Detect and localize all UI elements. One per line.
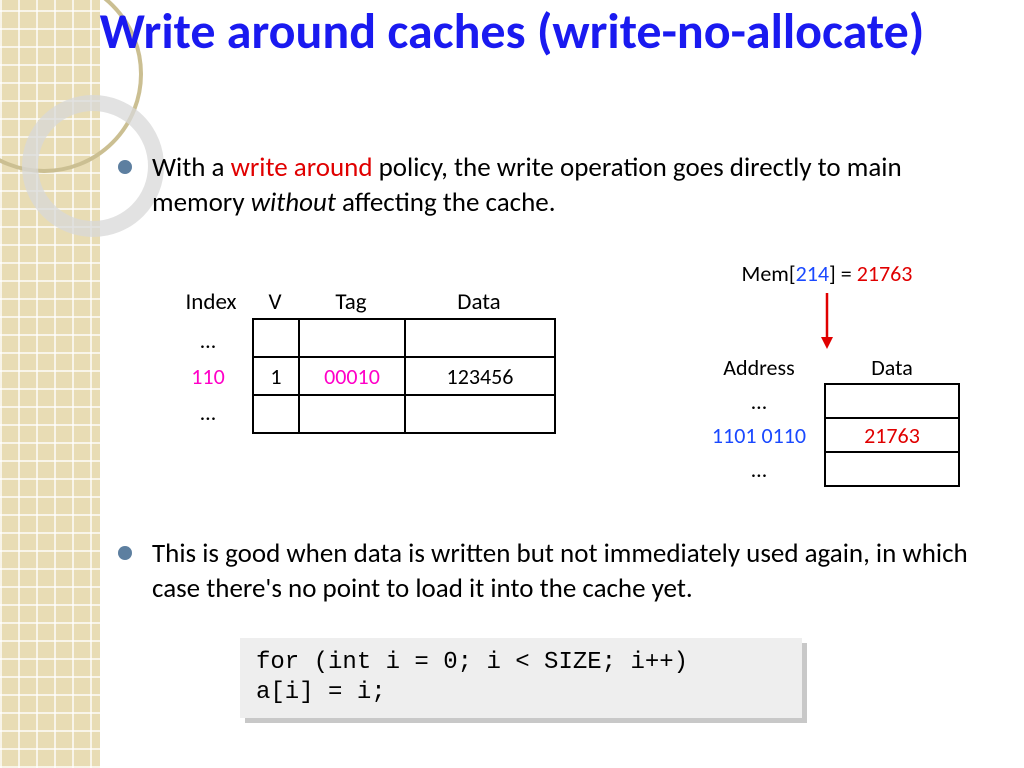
mem-row-2: [825, 452, 959, 486]
bullet1-ital: without: [251, 186, 336, 219]
mem-addr-1: 1101 0110: [694, 419, 824, 453]
cache-hdr-tag: Tag: [298, 288, 404, 316]
mem-data-hdr: Data: [825, 353, 959, 384]
memwrite-mid: ] =: [829, 260, 857, 287]
bullet-1: With a write around policy, the write op…: [110, 150, 1000, 220]
memwrite-pre: Mem[: [742, 260, 796, 287]
cache-hdr-index: Index: [170, 288, 252, 316]
cache-idx-0: …: [170, 323, 246, 359]
bullet-block-1: With a write around policy, the write op…: [110, 150, 1000, 232]
cache-grid: 1 00010 123456: [252, 318, 556, 434]
memwrite-val: 21763: [857, 260, 913, 287]
memory-grid: Data 21763: [824, 353, 960, 487]
mem-row-1: 21763: [825, 418, 959, 452]
cache-idx-2: …: [170, 395, 246, 431]
mem-hit-cell: 21763: [825, 418, 959, 452]
cache-row-main: 1 00010 123456: [253, 357, 555, 395]
arrow-down-icon: [817, 291, 837, 349]
cache-cell-v: 1: [253, 357, 299, 395]
cache-row-empty-bottom: [253, 395, 555, 433]
cache-row-empty-top: [253, 319, 555, 357]
mem-addr-0: …: [694, 385, 824, 419]
mem-write-expr: Mem[214] = 21763: [694, 260, 960, 287]
cache-hdr-v: V: [252, 288, 298, 316]
cache-table: Index V Tag Data … 110 … 1 00010 123456: [170, 288, 556, 434]
code-box: for (int i = 0; i < SIZE; i++) a[i] = i;: [240, 638, 802, 718]
bullet-2: This is good when data is written but no…: [110, 536, 1000, 606]
bullet1-post: affecting the cache.: [336, 186, 556, 219]
bullet1-pre: With a: [152, 151, 231, 184]
cache-cell-data: 123456: [405, 357, 555, 395]
cache-headers: Index V Tag Data: [170, 288, 556, 316]
cache-hdr-data: Data: [404, 288, 554, 316]
slide: Write around caches (write-no-allocate) …: [0, 0, 1024, 768]
cache-idx-1: 110: [170, 359, 246, 395]
memwrite-addr: 214: [796, 260, 829, 287]
memory-table: Address … 1101 0110 … Data 21763: [694, 353, 960, 487]
cache-cell-tag: 00010: [299, 357, 405, 395]
mem-addr-hdr: Address: [694, 351, 824, 385]
diagram: Index V Tag Data … 110 … 1 00010 123456: [110, 260, 990, 520]
memory-addr-labels: Address … 1101 0110 …: [694, 351, 824, 487]
cache-index-labels: … 110 …: [170, 323, 246, 431]
mem-row-0: [825, 384, 959, 418]
memory-block: Mem[214] = 21763 Address … 1101 0110 … D…: [694, 260, 960, 487]
mem-addr-2: …: [694, 453, 824, 487]
bullet1-highlight: write around: [231, 151, 373, 184]
slide-title: Write around caches (write-no-allocate): [0, 0, 1024, 60]
bullet-block-2: This is good when data is written but no…: [110, 536, 1000, 618]
